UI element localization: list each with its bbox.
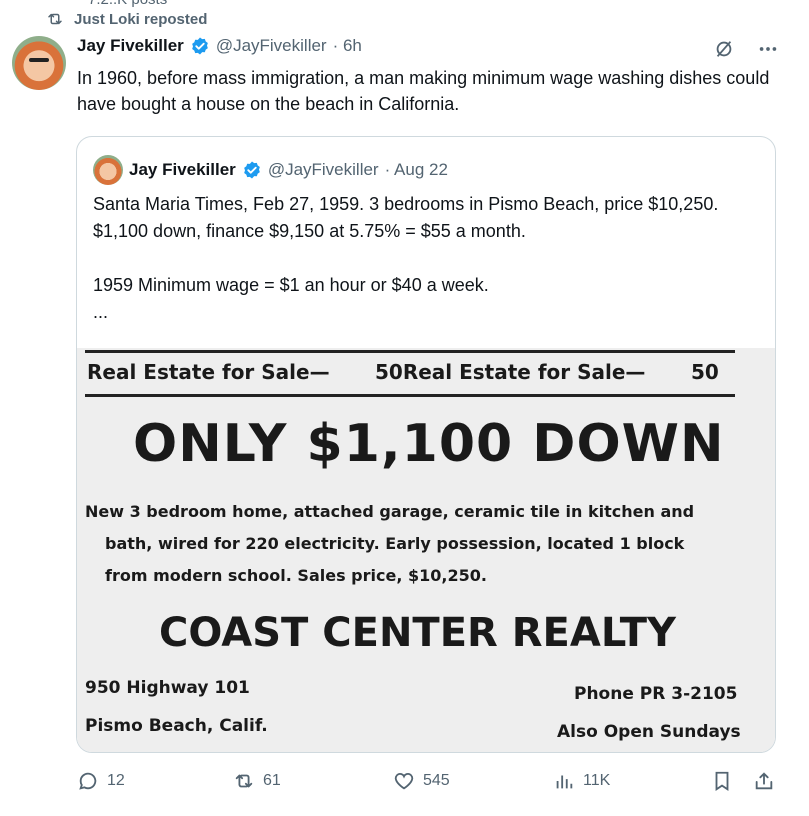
quote-header: Jay Fivekiller @JayFivekiller · Aug 22 — [93, 155, 448, 185]
bookmark-button[interactable] — [711, 770, 733, 792]
repost-button[interactable]: 61 — [233, 770, 281, 792]
repost-label: Just Loki reposted — [74, 10, 208, 28]
views-count: 11K — [583, 772, 611, 789]
grok-icon[interactable] — [713, 38, 735, 60]
ad-body-line: from modern school. Sales price, $10,250… — [105, 566, 487, 585]
quote-avatar — [93, 155, 123, 185]
quote-time: · Aug 22 — [384, 160, 448, 179]
ad-section-header-2: 50Real Estate for Sale— — [375, 360, 646, 384]
views-icon — [556, 775, 573, 789]
tweet-text: In 1960, before mass immigration, a man … — [77, 68, 770, 114]
ad-body-line: bath, wired for 220 electricity. Early p… — [105, 534, 685, 553]
ad-phone: Phone PR 3-2105 — [574, 684, 738, 704]
author-handle[interactable]: @JayFivekiller — [216, 36, 327, 56]
share-button[interactable] — [753, 770, 775, 792]
repost-context[interactable]: Just Loki reposted — [46, 10, 207, 28]
post-time[interactable]: · 6h — [333, 36, 362, 56]
ad-city: Pismo Beach, Calif. — [85, 716, 268, 736]
ad-section-number: 50 — [691, 360, 719, 384]
reply-button[interactable]: 12 — [77, 770, 125, 792]
more-icon[interactable] — [757, 38, 779, 60]
ad-body-line: New 3 bedroom home, attached garage, cer… — [85, 502, 695, 521]
ad-address: 950 Highway 101 — [85, 678, 250, 698]
ad-headline: ONLY $1,100 DOWN — [133, 414, 725, 474]
share-icon — [755, 772, 773, 790]
like-icon — [394, 773, 414, 790]
like-count: 545 — [423, 772, 450, 789]
action-bar: 12 61 545 11K — [77, 770, 777, 800]
quote-author-handle: @JayFivekiller — [267, 160, 379, 179]
avatar[interactable] — [12, 36, 66, 90]
verified-icon — [243, 161, 260, 179]
bookmark-icon — [715, 771, 729, 791]
ad-body: New 3 bedroom home, attached garage, cer… — [85, 496, 735, 592]
previous-post-footer: 7.2..K posts — [88, 0, 167, 8]
newspaper-ad-image[interactable]: Real Estate for Sale— 50Real Estate for … — [77, 348, 775, 752]
like-button[interactable]: 545 — [393, 770, 450, 792]
author-name[interactable]: Jay Fivekiller — [77, 36, 184, 56]
views-button[interactable]: 11K — [553, 770, 610, 792]
repost-count: 61 — [263, 772, 281, 789]
tweet-header: Jay Fivekiller @JayFivekiller · 6h — [77, 36, 362, 56]
quote-author-name: Jay Fivekiller — [129, 160, 236, 179]
ad-realty-name: COAST CENTER REALTY — [159, 610, 676, 656]
ad-top-rule — [85, 350, 735, 353]
reply-icon — [79, 772, 97, 790]
repost-icon — [235, 774, 253, 788]
ad-header-rule — [85, 394, 735, 397]
quote-text: Santa Maria Times, Feb 27, 1959. 3 bedro… — [93, 194, 719, 322]
top-actions — [713, 38, 779, 60]
ad-open-hours: Also Open Sundays — [557, 722, 741, 742]
repost-icon — [48, 13, 62, 25]
reply-count: 12 — [107, 772, 125, 789]
verified-icon — [191, 37, 208, 55]
quoted-tweet[interactable]: Jay Fivekiller @JayFivekiller · Aug 22 S… — [76, 136, 776, 753]
ad-section-header: Real Estate for Sale— — [87, 360, 330, 384]
